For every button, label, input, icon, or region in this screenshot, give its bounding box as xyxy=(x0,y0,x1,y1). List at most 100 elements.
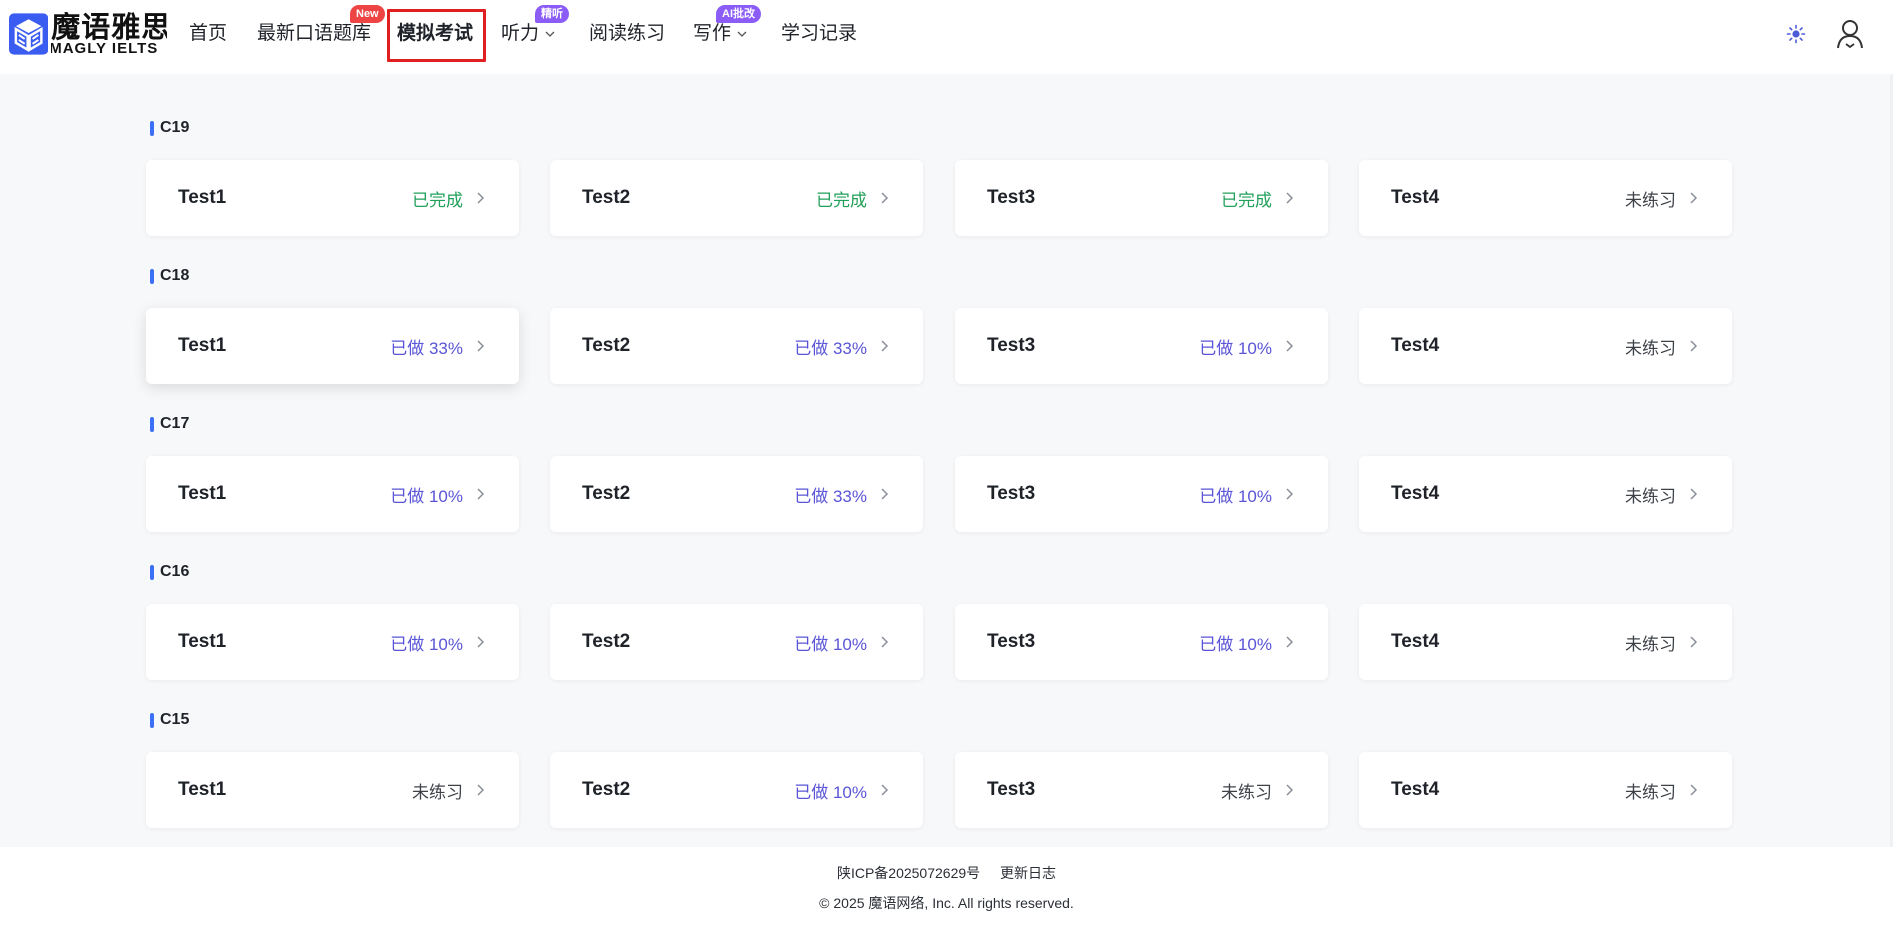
test-status: 已完成 xyxy=(816,190,867,210)
section-title-label: C15 xyxy=(160,711,190,728)
test-card-c19-test4[interactable]: Test4 未练习 xyxy=(1359,160,1732,236)
test-name: Test4 xyxy=(1391,335,1440,356)
test-card-c19-test2[interactable]: Test2 已完成 xyxy=(550,160,923,236)
chevron-down-icon xyxy=(545,31,555,37)
chevron-right-icon xyxy=(477,784,485,796)
nav-home[interactable]: 首页 xyxy=(189,21,227,47)
chevron-right-icon xyxy=(1286,784,1294,796)
nav-writing-label: 写作 xyxy=(693,23,732,44)
test-status: 已做 10% xyxy=(390,486,463,506)
chevron-right-icon xyxy=(477,636,485,648)
test-name: Test3 xyxy=(987,335,1036,356)
chevron-right-icon xyxy=(881,488,889,500)
chevron-right-icon xyxy=(1690,784,1698,796)
test-name: Test3 xyxy=(987,483,1036,504)
nav-study-records[interactable]: 学习记录 xyxy=(781,21,857,47)
nav-home-label: 首页 xyxy=(189,23,228,44)
section-title-label: C17 xyxy=(160,415,190,432)
user-icon[interactable] xyxy=(1836,18,1864,50)
test-card-c16-test4[interactable]: Test4 未练习 xyxy=(1359,604,1732,680)
test-name: Test2 xyxy=(582,335,631,356)
nav-reading[interactable]: 阅读练习 xyxy=(589,21,665,47)
brand-name-en: MAGLY IELTS xyxy=(51,40,159,56)
test-status: 已做 10% xyxy=(794,634,867,654)
brand-logo[interactable]: 魔语雅思 MAGLY IELTS xyxy=(9,12,167,56)
test-name: Test3 xyxy=(987,187,1036,208)
page-footer: 陕ICP备2025072629号 更新日志 © 2025 魔语网络, Inc. … xyxy=(0,847,1893,926)
test-card-c16-test3[interactable]: Test3 已做 10% xyxy=(955,604,1328,680)
test-name: Test2 xyxy=(582,779,631,800)
test-status: 已完成 xyxy=(1221,190,1272,210)
test-card-c15-test4[interactable]: Test4 未练习 xyxy=(1359,752,1732,828)
nav-mock-exam[interactable]: 模拟考试 xyxy=(397,21,473,47)
section-accent-bar xyxy=(150,268,154,284)
section-title-c17: C17 xyxy=(150,414,189,434)
test-status: 已做 10% xyxy=(1199,486,1272,506)
intensive-badge: 精听 xyxy=(535,5,569,23)
test-card-c17-test1[interactable]: Test1 已做 10% xyxy=(146,456,519,532)
chevron-right-icon xyxy=(1690,488,1698,500)
section-accent-bar xyxy=(150,564,154,580)
test-card-c15-test1[interactable]: Test1 未练习 xyxy=(146,752,519,828)
test-card-c18-test4[interactable]: Test4 未练习 xyxy=(1359,308,1732,384)
test-card-c18-test2[interactable]: Test2 已做 33% xyxy=(550,308,923,384)
nav-mock-exam-label: 模拟考试 xyxy=(397,23,474,44)
chevron-right-icon xyxy=(881,636,889,648)
section-accent-bar xyxy=(150,120,154,136)
test-name: Test4 xyxy=(1391,187,1440,208)
test-card-c16-test2[interactable]: Test2 已做 10% xyxy=(550,604,923,680)
chevron-right-icon xyxy=(1690,340,1698,352)
test-card-c17-test4[interactable]: Test4 未练习 xyxy=(1359,456,1732,532)
test-status: 未练习 xyxy=(1625,634,1676,654)
brand-name-cn: 魔语雅思 xyxy=(51,12,167,44)
icp-link[interactable]: 陕ICP备2025072629号 xyxy=(837,865,980,881)
test-card-c17-test3[interactable]: Test3 已做 10% xyxy=(955,456,1328,532)
test-status: 未练习 xyxy=(1625,338,1676,358)
chevron-right-icon xyxy=(1286,340,1294,352)
nav-speaking-bank-label: 最新口语题库 xyxy=(257,23,372,44)
chevron-down-icon xyxy=(737,31,747,37)
nav-writing[interactable]: 写作 xyxy=(693,21,748,47)
section-title-c19: C19 xyxy=(150,118,189,138)
test-status: 已做 33% xyxy=(794,338,867,358)
test-card-c15-test3[interactable]: Test3 未练习 xyxy=(955,752,1328,828)
nav-reading-label: 阅读练习 xyxy=(589,23,666,44)
chevron-right-icon xyxy=(477,340,485,352)
changelog-link[interactable]: 更新日志 xyxy=(1000,865,1056,881)
test-name: Test2 xyxy=(582,187,631,208)
chevron-right-icon xyxy=(1286,488,1294,500)
test-status: 未练习 xyxy=(1625,190,1676,210)
logo-cube-icon xyxy=(9,13,49,55)
mock-exam-content: C19 Test1 已完成 Test2 已完成 Test3 已完成 Test4 未练习 C18 Te… xyxy=(0,74,1893,847)
test-status: 未练习 xyxy=(1221,782,1272,802)
test-status: 已做 33% xyxy=(794,486,867,506)
chevron-right-icon xyxy=(1690,636,1698,648)
test-name: Test4 xyxy=(1391,631,1440,652)
section-title-label: C18 xyxy=(160,267,190,284)
nav-speaking-bank[interactable]: 最新口语题库 xyxy=(257,21,371,47)
nav-study-records-label: 学习记录 xyxy=(781,23,858,44)
test-card-c15-test2[interactable]: Test2 已做 10% xyxy=(550,752,923,828)
test-name: Test1 xyxy=(178,779,227,800)
test-card-c17-test2[interactable]: Test2 已做 33% xyxy=(550,456,923,532)
test-card-c18-test3[interactable]: Test3 已做 10% xyxy=(955,308,1328,384)
test-status: 未练习 xyxy=(412,782,463,802)
top-header: 魔语雅思 MAGLY IELTS 首页 最新口语题库 New 模拟考试 听力 精… xyxy=(0,0,1893,74)
test-status: 已做 10% xyxy=(1199,338,1272,358)
test-card-c19-test1[interactable]: Test1 已完成 xyxy=(146,160,519,236)
ai-grading-badge: AI批改 xyxy=(716,5,761,23)
chevron-right-icon xyxy=(1286,636,1294,648)
sun-icon[interactable] xyxy=(1786,24,1806,44)
test-card-c18-test1[interactable]: Test1 已做 33% xyxy=(146,308,519,384)
test-status: 已完成 xyxy=(412,190,463,210)
test-card-c19-test3[interactable]: Test3 已完成 xyxy=(955,160,1328,236)
test-name: Test3 xyxy=(987,631,1036,652)
test-name: Test3 xyxy=(987,779,1036,800)
test-name: Test2 xyxy=(582,483,631,504)
section-title-c18: C18 xyxy=(150,266,189,286)
test-card-c16-test1[interactable]: Test1 已做 10% xyxy=(146,604,519,680)
nav-listening[interactable]: 听力 xyxy=(501,21,556,47)
chevron-right-icon xyxy=(477,488,485,500)
test-status: 已做 10% xyxy=(1199,634,1272,654)
chevron-right-icon xyxy=(881,192,889,204)
